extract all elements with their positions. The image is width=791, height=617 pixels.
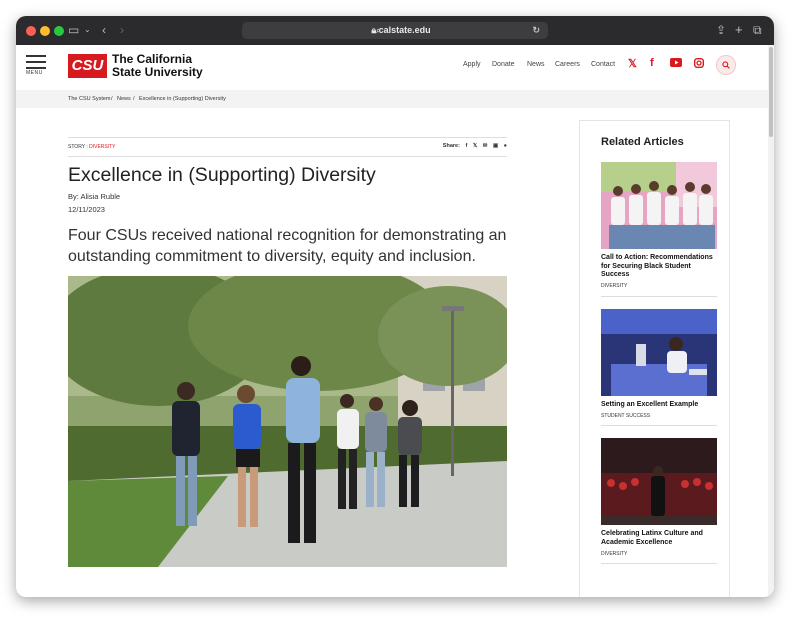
- related-article-card[interactable]: Setting an Excellent Example STUDENT SUC…: [601, 309, 717, 426]
- breadcrumb-current: Excellence in (Supporting) Diversity: [139, 96, 226, 102]
- article-byline: By: Alisia Ruble: [68, 192, 121, 201]
- page-scrollbar[interactable]: [768, 45, 774, 597]
- chevron-down-icon[interactable]: ⌄: [84, 22, 91, 38]
- article-lede: Four CSUs received national recognition …: [68, 227, 507, 265]
- share-x-icon[interactable]: 𝕏: [473, 143, 477, 149]
- scrollbar-thumb[interactable]: [769, 47, 773, 137]
- tab-overview-icon[interactable]: ⧉: [753, 22, 762, 38]
- share-icon[interactable]: ⇪: [716, 22, 726, 38]
- breadcrumb-separator: /: [133, 96, 135, 102]
- logo-line-2: State University: [112, 65, 203, 79]
- x-twitter-icon[interactable]: 𝕏: [628, 57, 637, 70]
- related-article-category: STUDENT SUCCESS: [601, 413, 651, 419]
- csu-logo-text[interactable]: The California State University: [112, 53, 203, 79]
- search-icon: ⌕: [376, 25, 382, 35]
- breadcrumb-separator: /: [111, 96, 113, 102]
- divider: [601, 563, 717, 564]
- breadcrumb-news[interactable]: News: [117, 96, 131, 102]
- share-email-icon[interactable]: ✉: [483, 143, 488, 149]
- share-facebook-icon[interactable]: f: [465, 143, 467, 149]
- share-bar: Share: f 𝕏 ✉ ▣ ●: [443, 143, 507, 149]
- new-tab-icon[interactable]: +: [735, 22, 743, 38]
- site-header: MENU CSU The California State University…: [16, 45, 768, 90]
- nav-donate[interactable]: Donate: [492, 61, 515, 68]
- related-article-card[interactable]: Call to Action: Recommendations for Secu…: [601, 162, 717, 297]
- related-article-image-students-group[interactable]: [601, 162, 717, 249]
- divider: [601, 296, 717, 297]
- share-link-icon[interactable]: ●: [504, 143, 507, 149]
- story-prefix: STORY :: [68, 144, 90, 150]
- address-bar[interactable]: ⌕ 🔒︎ calstate.edu ↻: [242, 22, 548, 39]
- article-title: Excellence in (Supporting) Diversity: [68, 164, 376, 186]
- story-meta: STORY : DIVERSITY Share: f 𝕏 ✉ ▣ ●: [68, 137, 507, 157]
- facebook-icon[interactable]: f: [650, 57, 654, 69]
- nav-apply[interactable]: Apply: [463, 61, 481, 68]
- related-articles-title: Related Articles: [601, 136, 684, 148]
- related-article-image-lab-research[interactable]: [601, 309, 717, 396]
- site-search-button[interactable]: [716, 55, 736, 75]
- related-article-image-graduation[interactable]: [601, 438, 717, 525]
- minimize-window-button[interactable]: [40, 26, 50, 36]
- url-text: calstate.edu: [378, 25, 431, 35]
- hero-photo-students-walking: [68, 276, 507, 567]
- sidebar-toggle-icon[interactable]: ▭: [68, 22, 79, 38]
- browser-window: ▭ ⌄ ‹ › ▤ ⌕ 🔒︎ calstate.edu ↻ ⇪ + ⧉ MENU…: [16, 16, 774, 597]
- story-category: STORY : DIVERSITY: [68, 144, 116, 150]
- divider: [601, 425, 717, 426]
- nav-careers[interactable]: Careers: [555, 61, 580, 68]
- zoom-window-button[interactable]: [54, 26, 64, 36]
- related-article-category: DIVERSITY: [601, 283, 628, 289]
- nav-contact[interactable]: Contact: [591, 61, 615, 68]
- csu-logo-mark[interactable]: CSU: [68, 54, 107, 78]
- breadcrumb: The CSU System / News / Excellence in (S…: [16, 90, 768, 108]
- related-articles-panel: Related Articles Call to Action: Recomme…: [579, 120, 730, 597]
- youtube-icon[interactable]: [670, 58, 682, 70]
- instagram-icon[interactable]: [693, 57, 705, 71]
- related-article-card[interactable]: Celebrating Latinx Culture and Academic …: [601, 438, 717, 568]
- reload-icon[interactable]: ↻: [532, 22, 540, 39]
- share-linkedin-icon[interactable]: ▣: [493, 143, 498, 149]
- browser-toolbar: ▭ ⌄ ‹ › ▤ ⌕ 🔒︎ calstate.edu ↻ ⇪ + ⧉: [16, 16, 774, 45]
- forward-icon[interactable]: ›: [120, 22, 124, 38]
- related-article-title[interactable]: Setting an Excellent Example: [601, 401, 717, 410]
- nav-news[interactable]: News: [527, 61, 545, 68]
- story-category-link[interactable]: DIVERSITY: [89, 144, 115, 150]
- menu-label: MENU: [26, 70, 43, 76]
- article-date: 12/11/2023: [68, 205, 105, 214]
- related-article-title[interactable]: Celebrating Latinx Culture and Academic …: [601, 530, 717, 547]
- close-window-button[interactable]: [26, 26, 36, 36]
- breadcrumb-csu-system[interactable]: The CSU System: [68, 96, 110, 102]
- related-article-title[interactable]: Call to Action: Recommendations for Secu…: [601, 254, 717, 280]
- share-label: Share:: [442, 143, 460, 149]
- related-article-category: DIVERSITY: [601, 551, 628, 557]
- back-icon[interactable]: ‹: [102, 22, 106, 38]
